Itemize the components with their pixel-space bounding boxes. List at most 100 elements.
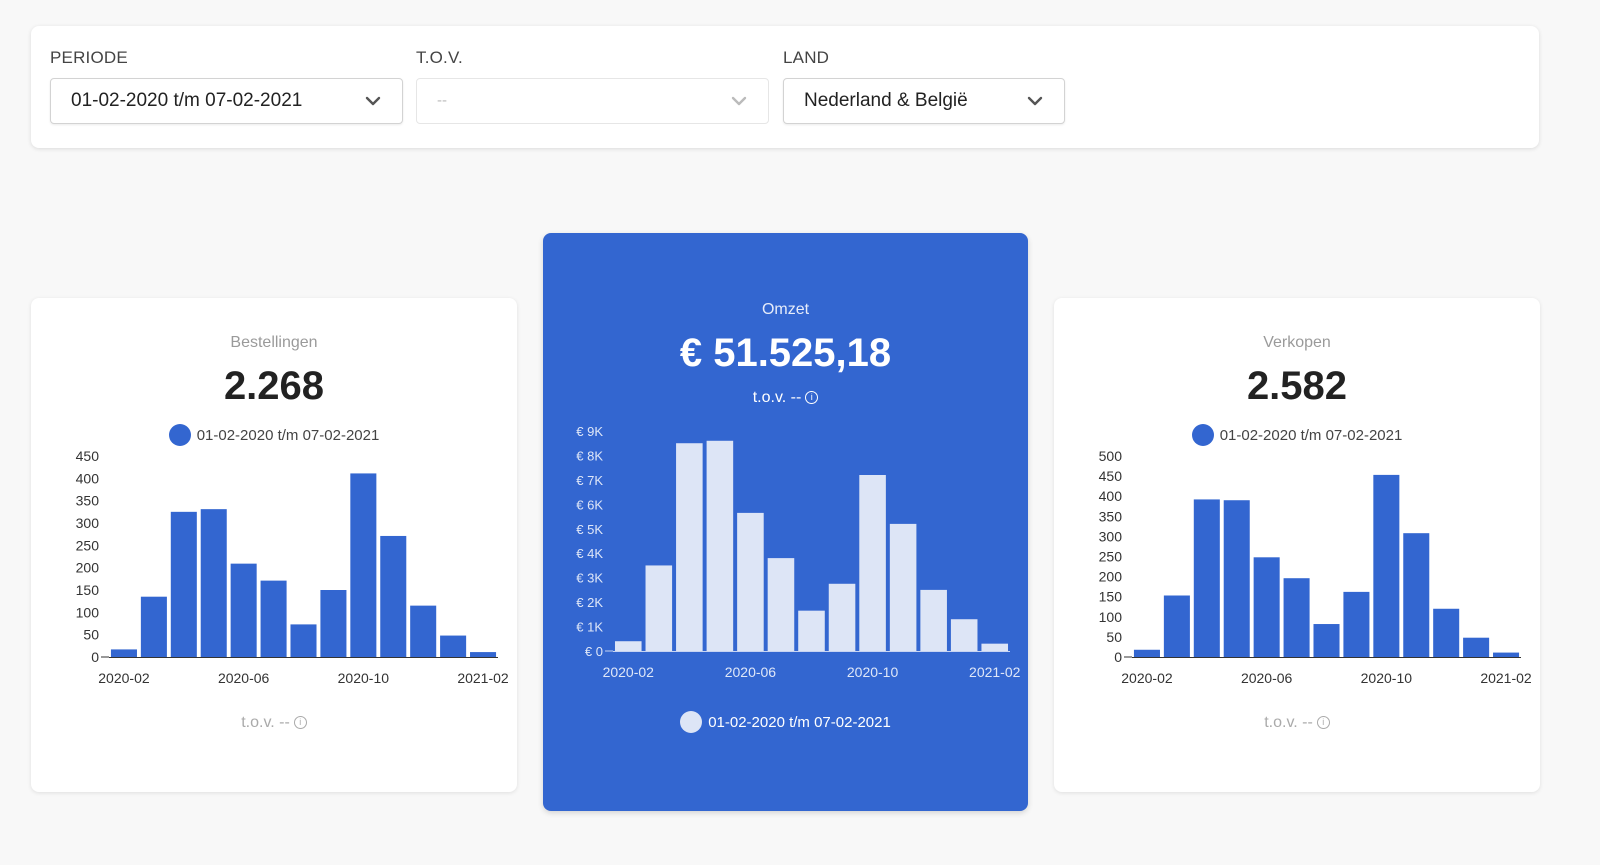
bar — [614, 641, 642, 651]
legend-dot-icon — [1191, 424, 1214, 447]
card-title: Omzet — [761, 301, 810, 318]
bar — [706, 440, 734, 651]
bar — [410, 605, 437, 657]
y-tick-label: 450 — [76, 448, 100, 464]
periode-label: PERIODE — [50, 48, 128, 67]
y-tick-label: 200 — [76, 560, 100, 576]
bar — [676, 443, 703, 651]
y-tick-label: 500 — [1099, 448, 1123, 464]
bar — [1163, 595, 1190, 657]
bar — [1283, 578, 1310, 657]
info-icon[interactable]: i — [1316, 716, 1330, 729]
chart-legend[interactable]: 01-02-2020 t/m 07-02-2021 — [1054, 424, 1540, 448]
bar — [645, 565, 673, 651]
legend-dot-icon — [680, 711, 703, 734]
y-tick-label: 100 — [1099, 609, 1123, 625]
compare-text: t.o.v. -- i — [1054, 714, 1540, 732]
bar — [350, 473, 377, 657]
periode-select[interactable]: 01-02-2020 t/m 07-02-2021 — [50, 78, 403, 124]
y-tick-label: 400 — [76, 470, 100, 486]
bar — [110, 649, 137, 657]
y-tick-label: 250 — [76, 537, 100, 553]
card-value: 2.582 — [1246, 364, 1348, 408]
bar — [798, 610, 825, 651]
bar — [950, 619, 978, 651]
compare-text: t.o.v. -- i — [31, 714, 517, 732]
tov-label: T.O.V. — [416, 48, 463, 67]
periode-filter: PERIODE 01-02-2020 t/m 07-02-2021 — [50, 46, 403, 124]
y-tick-label: 0 — [91, 649, 99, 665]
land-select-value: Nederland & België — [804, 90, 968, 111]
info-icon[interactable]: i — [805, 391, 819, 404]
bar — [170, 511, 197, 657]
y-tick-label: € 1K — [576, 620, 603, 635]
land-filter: LAND Nederland & België — [783, 46, 1065, 124]
bar — [260, 580, 287, 657]
card-value: € 51.525,18 — [679, 331, 892, 375]
omzet-card[interactable]: Omzet € 51.525,18 t.o.v. -- i € 0 € 1K € 2K… — [543, 233, 1028, 811]
x-tick-label: 2020-02 — [98, 670, 150, 686]
legend-label: 01-02-2020 t/m 07-02-2021 — [708, 714, 891, 732]
y-tick-label: 350 — [1099, 508, 1123, 524]
x-tick-label: 2020-02 — [603, 664, 655, 680]
y-tick-label: € 5K — [576, 522, 603, 537]
legend-label: 01-02-2020 t/m 07-02-2021 — [196, 427, 380, 445]
tov-select[interactable]: -- — [416, 78, 769, 124]
bar — [1493, 652, 1520, 657]
bar — [1463, 637, 1490, 657]
chart-legend[interactable]: 01-02-2020 t/m 07-02-2021 — [543, 711, 1028, 735]
y-tick-label: 100 — [76, 604, 100, 620]
x-tick-label: 2020-06 — [1241, 670, 1293, 686]
bar — [140, 596, 167, 657]
x-tick-label: 2020-10 — [1361, 670, 1413, 686]
y-tick-label: 150 — [1099, 589, 1123, 605]
y-tick-label: 250 — [1099, 549, 1123, 565]
x-tick-label: 2020-10 — [338, 670, 390, 686]
bar — [981, 643, 1009, 651]
y-tick-label: 150 — [76, 582, 100, 598]
x-tick-label: 2020-02 — [1121, 670, 1173, 686]
card-title: Bestellingen — [230, 334, 318, 351]
y-tick-label: 300 — [1099, 528, 1123, 544]
y-tick-label: € 4K — [576, 546, 603, 561]
y-tick-label: 450 — [1099, 468, 1123, 484]
compare-text: t.o.v. -- i — [543, 389, 1028, 407]
y-tick-label: € 3K — [576, 571, 603, 586]
y-tick-label: 50 — [83, 627, 99, 643]
info-icon[interactable]: i — [293, 716, 307, 729]
verkopen-card[interactable]: Verkopen 2.582 01-02-2020 t/m 07-02-2021… — [1054, 298, 1540, 792]
tov-select-value: -- — [437, 92, 447, 109]
x-tick-label: 2020-06 — [218, 670, 270, 686]
legend-label: 01-02-2020 t/m 07-02-2021 — [1219, 427, 1403, 445]
bar — [1253, 557, 1280, 657]
bar — [1403, 533, 1430, 657]
bestellingen-bar-chart: 0 50 100 150 200 250 300 350 400 450 2020-02 2020-0… — [76, 448, 509, 686]
land-label: LAND — [783, 48, 830, 67]
compare-label: t.o.v. -- — [752, 389, 802, 406]
chart-legend[interactable]: 01-02-2020 t/m 07-02-2021 — [31, 424, 517, 448]
periode-select-value: 01-02-2020 t/m 07-02-2021 — [71, 90, 303, 111]
bar — [320, 590, 347, 657]
y-tick-label: € 6K — [576, 497, 603, 512]
omzet-bar-chart: € 0 € 1K € 2K € 3K € 4K € 5K € 6K € 7K € 8K € 9K 2… — [576, 424, 1020, 680]
compare-label: t.o.v. -- — [241, 714, 290, 731]
card-title: Verkopen — [1263, 334, 1331, 351]
land-select[interactable]: Nederland & België — [783, 78, 1065, 124]
y-tick-label: € 7K — [576, 473, 603, 488]
bar — [1343, 591, 1370, 657]
bar — [767, 558, 795, 651]
y-tick-label: 400 — [1099, 488, 1123, 504]
bestellingen-card[interactable]: Bestellingen 2.268 01-02-2020 t/m 07-02-… — [31, 298, 517, 792]
bar — [200, 509, 227, 657]
y-tick-label: € 0 — [585, 644, 603, 659]
y-tick-label: € 9K — [576, 424, 603, 439]
bar — [440, 635, 467, 657]
y-tick-label: 350 — [76, 493, 100, 509]
bar — [1433, 608, 1460, 657]
card-value: 2.268 — [223, 364, 325, 408]
tov-filter: T.O.V. -- — [416, 46, 769, 124]
bar — [1223, 500, 1250, 657]
chevron-down-icon — [1027, 96, 1043, 106]
y-tick-label: 300 — [76, 515, 100, 531]
filter-panel: PERIODE 01-02-2020 t/m 07-02-2021 T.O.V.… — [31, 26, 1539, 148]
